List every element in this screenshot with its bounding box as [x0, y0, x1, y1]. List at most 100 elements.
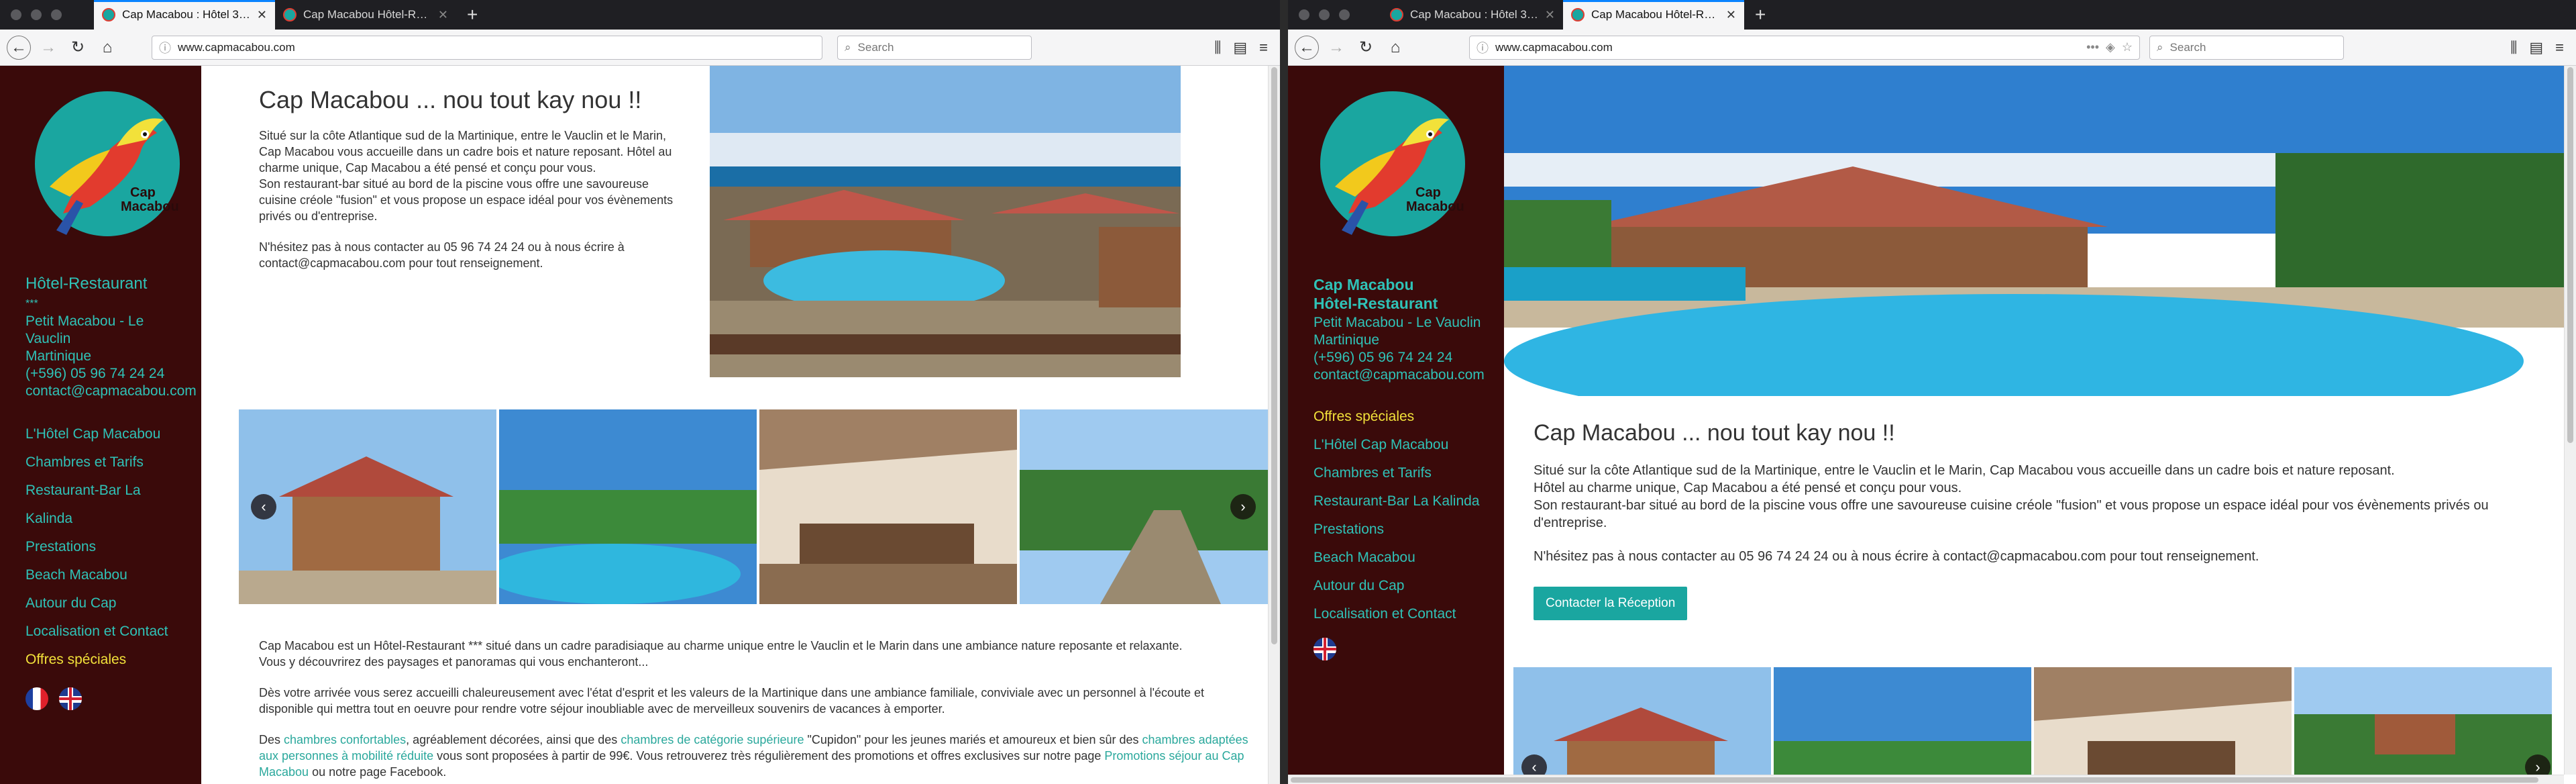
bookmark-star-icon[interactable]: ☆: [2122, 40, 2133, 54]
french-flag-icon[interactable]: [25, 687, 48, 710]
link-accessible-rooms[interactable]: aux personnes à mobilité réduite: [259, 749, 433, 763]
menu-item-rooms[interactable]: Chambres et Tarifs: [1313, 459, 1479, 487]
web-page: Cap Macabou Hôtel-Restaurant *** Petit M…: [0, 66, 1268, 784]
menu-item-beach[interactable]: Beach Macabou: [25, 561, 168, 589]
close-tab-icon[interactable]: ✕: [257, 8, 267, 22]
maximize-window-icon[interactable]: [1339, 9, 1350, 20]
search-input[interactable]: ⌕ Search: [837, 35, 1032, 60]
search-icon: ⌕: [845, 40, 851, 54]
hotel-stars: ***: [25, 298, 38, 309]
email-link[interactable]: contact@capmacabou.com: [1313, 366, 1485, 384]
horizontal-scrollbar[interactable]: [1288, 775, 2564, 784]
logo-text: Cap: [1415, 185, 1441, 200]
carousel-next-icon[interactable]: ›: [1230, 494, 1256, 520]
menu-item-rooms[interactable]: Chambres et Tarifs: [25, 448, 168, 477]
scrollbar-thumb[interactable]: [1271, 67, 1277, 644]
url-text: www.capmacabou.com: [1495, 40, 1613, 54]
close-window-icon[interactable]: [1299, 9, 1309, 20]
contact-reception-button[interactable]: Contacter la Réception: [1534, 587, 1688, 620]
vertical-scrollbar[interactable]: [1268, 66, 1280, 784]
new-tab-icon[interactable]: +: [467, 5, 478, 24]
back-icon[interactable]: ←: [1295, 35, 1319, 60]
menu-item-hotel[interactable]: L'Hôtel Cap Macabou: [1313, 431, 1479, 459]
menu-item-offers[interactable]: Offres spéciales: [1313, 403, 1479, 431]
menu-icon[interactable]: ≡: [2555, 39, 2564, 56]
tab-cap-macabou-hotel[interactable]: Cap Macabou : Hôtel 3 étoiles e ✕: [94, 0, 275, 30]
menu-item-restaurant[interactable]: Restaurant-Bar La Kalinda: [1313, 487, 1479, 516]
contact-line: N'hésitez pas à nous contacter au 05 96 …: [1534, 549, 2259, 564]
forward-icon[interactable]: →: [1324, 36, 1348, 60]
url-bar[interactable]: ⓘ www.capmacabou.com: [152, 35, 822, 60]
menu-item-location[interactable]: Localisation et Contact: [25, 618, 168, 646]
intro-line: d'entreprise.: [1534, 516, 1607, 530]
forward-icon[interactable]: →: [36, 36, 60, 60]
email-link[interactable]: contact@capmacabou.com: [25, 383, 197, 400]
search-placeholder: Search: [857, 40, 894, 54]
logo-text: Cap: [130, 185, 156, 200]
tab-cap-macabou-hotel[interactable]: Cap Macabou : Hôtel 3 étoiles e ✕: [1382, 0, 1563, 30]
favicon-icon: [102, 8, 115, 21]
tab-cap-macabou-restaurant[interactable]: Cap Macabou Hôtel-Restaurant ✕: [1563, 0, 1744, 30]
phone[interactable]: (+596) 05 96 74 24 24: [25, 365, 197, 383]
back-icon[interactable]: ←: [7, 35, 31, 60]
pocket-icon[interactable]: ◈: [2106, 40, 2115, 54]
desc-line: disponible qui mettra tout en oeuvre pou…: [259, 702, 945, 716]
close-tab-icon[interactable]: ✕: [1726, 8, 1736, 22]
hotel-type: Hôtel-Restaurant: [1313, 295, 1438, 312]
reload-icon[interactable]: ↻: [1354, 36, 1378, 60]
favicon-icon: [1390, 8, 1403, 21]
desc-rooms-end: Macabou ou notre page Facebook.: [259, 764, 1279, 780]
reload-icon[interactable]: ↻: [66, 36, 90, 60]
minimize-window-icon[interactable]: [31, 9, 42, 20]
link-accessible-rooms[interactable]: chambres adaptées: [1142, 733, 1248, 746]
sidebar-icon[interactable]: ▤: [1233, 39, 1247, 56]
page-actions-icon[interactable]: •••: [2086, 40, 2099, 54]
tab-label: Cap Macabou Hôtel-Restaurant: [1591, 8, 1719, 21]
menu-item-hotel[interactable]: L'Hôtel Cap Macabou: [25, 420, 168, 448]
phone[interactable]: (+596) 05 96 74 24 24: [1313, 349, 1485, 366]
scrollbar-thumb[interactable]: [1291, 777, 2538, 783]
uk-flag-icon[interactable]: [1313, 638, 1336, 660]
link-comfortable-rooms[interactable]: chambres confortables: [284, 733, 406, 746]
vertical-scrollbar[interactable]: [2564, 66, 2576, 775]
page-title: Cap Macabou ... nou tout kay nou !!: [259, 86, 642, 113]
contact-line: N'hésitez pas à nous contacter au 05 96 …: [259, 240, 625, 254]
sidebar-icon[interactable]: ▤: [2529, 39, 2543, 56]
library-icon[interactable]: ⫼: [1214, 39, 1221, 56]
parrot-logo-icon: Cap Macabou: [1320, 91, 1465, 236]
site-sidebar: Cap Macabou Cap Macabou Hôtel-Restaurant…: [1288, 66, 1504, 775]
minimize-window-icon[interactable]: [1319, 9, 1330, 20]
link-superior-rooms[interactable]: chambres de catégorie supérieure: [621, 733, 804, 746]
url-bar[interactable]: ⓘ www.capmacabou.com ••• ◈ ☆: [1469, 35, 2140, 60]
library-icon[interactable]: ⫼: [2510, 39, 2517, 56]
uk-flag-icon[interactable]: [59, 687, 83, 710]
menu-item-location[interactable]: Localisation et Contact: [1313, 600, 1479, 628]
close-tab-icon[interactable]: ✕: [438, 8, 448, 22]
search-input[interactable]: ⌕ Search: [2149, 35, 2344, 60]
home-icon[interactable]: ⌂: [1383, 36, 1407, 60]
link-promotions[interactable]: Promotions séjour au Cap: [1104, 749, 1244, 763]
menu-icon[interactable]: ≡: [1259, 39, 1268, 56]
carousel-photo-terrace: [2034, 667, 2292, 775]
menu-item-around[interactable]: Autour du Cap: [1313, 572, 1479, 600]
menu-item-services[interactable]: Prestations: [1313, 516, 1479, 544]
scrollbar-thumb[interactable]: [2567, 67, 2573, 443]
menu-item-restaurant[interactable]: Restaurant-Bar La: [25, 477, 168, 505]
link-promotions[interactable]: Macabou: [259, 765, 309, 779]
tab-cap-macabou-restaurant[interactable]: Cap Macabou Hôtel-Restaurant ✕: [275, 0, 456, 30]
home-icon[interactable]: ⌂: [95, 36, 119, 60]
new-tab-icon[interactable]: +: [1755, 5, 1766, 24]
carousel-photo-garden: [2294, 667, 2552, 775]
close-tab-icon[interactable]: ✕: [1545, 8, 1555, 22]
close-window-icon[interactable]: [11, 9, 21, 20]
menu-item-offers[interactable]: Offres spéciales: [25, 646, 168, 674]
carousel-prev-icon[interactable]: ‹: [251, 494, 276, 520]
menu-item-restaurant-cont[interactable]: Kalinda: [25, 505, 168, 533]
maximize-window-icon[interactable]: [51, 9, 62, 20]
menu-item-services[interactable]: Prestations: [25, 533, 168, 561]
main-content: Cap Macabou ... nou tout kay nou !! Situ…: [201, 66, 1268, 784]
favicon-icon: [283, 8, 297, 21]
menu-item-around[interactable]: Autour du Cap: [25, 589, 168, 618]
menu-item-beach[interactable]: Beach Macabou: [1313, 544, 1479, 572]
contact-line: contact@capmacabou.com pour tout renseig…: [259, 256, 543, 270]
